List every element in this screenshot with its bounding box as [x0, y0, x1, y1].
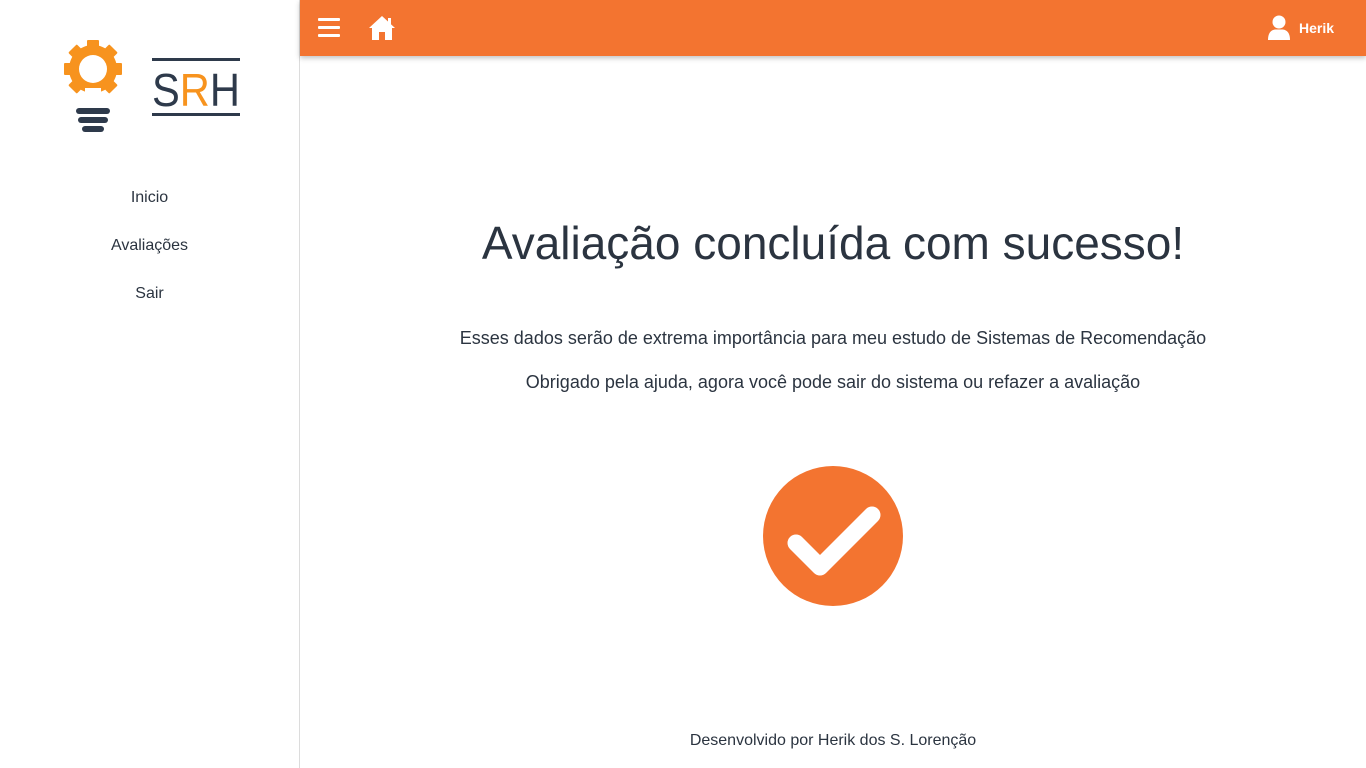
sidebar: SRH Inicio Avaliações Sair: [0, 0, 300, 768]
thanks-message: Obrigado pela ajuda, agora você pode sai…: [525, 372, 1141, 392]
svg-text:SRH: SRH: [152, 64, 240, 116]
sidebar-nav: Inicio Avaliações Sair: [0, 178, 299, 322]
user-icon: [1267, 15, 1290, 40]
hamburger-menu-icon[interactable]: [318, 16, 340, 38]
srh-logo: SRH: [64, 40, 240, 132]
sidebar-item-inicio[interactable]: Inicio: [0, 178, 299, 226]
info-message: Esses dados serão de extrema importância…: [459, 328, 1207, 348]
sidebar-item-sair[interactable]: Sair: [0, 274, 299, 322]
user-menu[interactable]: Herik: [1267, 15, 1334, 41]
top-bar: Herik: [300, 0, 1366, 56]
footer-credit: Desenvolvido por Herik dos S. Lorenção: [689, 732, 977, 749]
main-content: Avaliação concluída com sucesso! Esses d…: [300, 56, 1366, 768]
sidebar-item-avaliacoes[interactable]: Avaliações: [0, 226, 299, 274]
srh-wordmark: SRH: [152, 58, 240, 116]
page-title: Avaliação concluída com sucesso!: [481, 217, 1185, 269]
lightbulb-gear-icon: [64, 40, 122, 132]
check-circle-icon: [763, 466, 903, 606]
home-icon[interactable]: [368, 15, 396, 41]
user-name: Herik: [1298, 20, 1334, 36]
